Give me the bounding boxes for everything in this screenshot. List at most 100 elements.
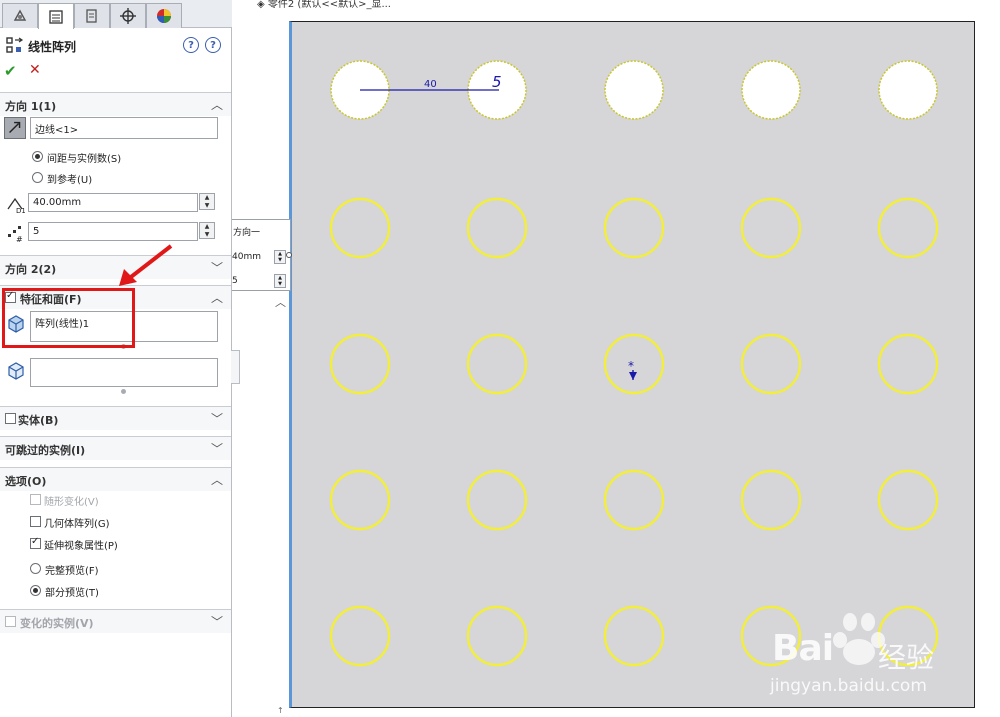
callout-spacing-value[interactable]: 40mm xyxy=(232,252,261,262)
skip-instances-label: 可跳过的实例(I) xyxy=(5,444,86,457)
varied-instances-label: 变化的实例(V) xyxy=(20,617,94,630)
skip-instances-section-header[interactable]: 可跳过的实例(I) ﹀ xyxy=(0,436,231,460)
watermark-url: jingyan.baidu.com xyxy=(770,676,927,696)
breadcrumb-text: 零件2 (默认<<默认>_显... xyxy=(267,0,391,10)
callout-anchor xyxy=(286,252,292,258)
panel-splitter-handle[interactable] xyxy=(231,350,240,384)
pattern-hole-preview[interactable] xyxy=(603,197,665,259)
bodies-checkbox[interactable] xyxy=(5,413,16,424)
pattern-hole-preview[interactable] xyxy=(740,333,802,395)
highlight-annotation-box xyxy=(2,288,135,348)
instance-count-stepper[interactable]: ▲ ▼ xyxy=(199,222,215,239)
radio-up-to-reference[interactable] xyxy=(32,172,43,183)
pattern-hole-preview[interactable] xyxy=(329,605,391,667)
bottom-marker: ↑ xyxy=(277,706,284,715)
propagate-visual-checkbox[interactable] xyxy=(30,536,41,549)
manager-tab-bar xyxy=(0,0,232,29)
pattern-hole-preview[interactable] xyxy=(329,333,391,395)
radio-up-to-reference-label: 到参考(U) xyxy=(47,175,93,186)
seed-hole[interactable] xyxy=(878,60,938,120)
pattern-hole-preview[interactable] xyxy=(466,605,528,667)
direction1-section-header[interactable]: 方向 1(1) ︿ xyxy=(0,92,231,116)
pattern-hole-preview[interactable] xyxy=(466,469,528,531)
tab-feature-manager[interactable] xyxy=(2,3,38,28)
watermark-sub: 经验 xyxy=(878,641,935,674)
geometry-pattern-label: 几何体阵列(G) xyxy=(44,519,110,530)
spacing-input[interactable]: 40.00mm xyxy=(28,193,198,212)
direction1-edge-field[interactable]: 边线<1> xyxy=(30,117,218,139)
ok-button[interactable]: ✔ xyxy=(4,62,17,80)
options-label: 选项(O) xyxy=(5,475,47,488)
callout-collapse-icon[interactable]: ︿ xyxy=(275,294,286,310)
breadcrumb[interactable]: ◈ 零件2 (默认<<默认>_显... xyxy=(257,0,391,10)
spacing-stepper[interactable]: ▲ ▼ xyxy=(199,193,215,210)
chevron-up-icon: ︿ xyxy=(210,473,223,487)
seed-hole[interactable] xyxy=(604,60,664,120)
cancel-button[interactable]: ✕ xyxy=(29,62,41,78)
spacing-dimension-icon: D1 xyxy=(5,195,26,215)
pattern-hole-preview[interactable] xyxy=(466,197,528,259)
solidworks-window: 线性阵列 ? ? ✔ ✕ 方向 1(1) ︿ 边线<1> 间距与实例数(S) 到… xyxy=(0,0,1000,717)
part-face-plate[interactable]: 40 5 * xyxy=(289,21,975,708)
chevron-down-icon: ﹀ xyxy=(210,412,223,426)
options-section-header[interactable]: 选项(O) ︿ xyxy=(0,467,231,491)
tab-dimxpert-manager[interactable] xyxy=(110,3,146,28)
hole-pattern-graphic: 40 5 * xyxy=(329,60,939,667)
watermark-brand: Bai xyxy=(772,628,834,669)
resize-handle[interactable] xyxy=(121,389,126,394)
chevron-up-icon: ︿ xyxy=(210,291,223,305)
dimension-count-label: 5 xyxy=(492,73,502,91)
bodies-section-header[interactable]: 实体(B) ﹀ xyxy=(0,406,231,430)
help-icon: ? xyxy=(188,39,194,51)
pattern-hole-preview[interactable] xyxy=(603,469,665,531)
tab-configuration-manager[interactable] xyxy=(74,3,110,28)
varied-instances-section-header[interactable]: 变化的实例(V) ﹀ xyxy=(0,609,231,633)
seed-hole[interactable] xyxy=(741,60,801,120)
pattern-hole-preview[interactable] xyxy=(877,333,939,395)
tab-display-manager[interactable] xyxy=(146,3,182,28)
appearance-pie-icon xyxy=(157,9,171,23)
question-icon: ? xyxy=(210,39,216,51)
geometry-pattern-checkbox[interactable] xyxy=(30,516,41,527)
pattern-hole-preview[interactable] xyxy=(877,469,939,531)
pattern-direction-button[interactable] xyxy=(4,117,26,139)
direction1-label: 方向 1(1) xyxy=(5,100,57,113)
property-manager-icon xyxy=(49,9,63,24)
callout-spacing-stepper[interactable]: ▲ ▼ xyxy=(274,250,286,264)
chevron-up-icon: ︿ xyxy=(210,98,223,112)
close-icon: ✕ xyxy=(29,62,41,78)
linear-pattern-icon xyxy=(5,36,25,56)
pattern-holes xyxy=(329,60,939,667)
direction2-label: 方向 2(2) xyxy=(5,263,57,276)
graphics-area[interactable]: ◈ 零件2 (默认<<默认>_显... 40 5 * ↑ xyxy=(232,0,1000,717)
faces-to-pattern-list[interactable] xyxy=(30,358,218,387)
vary-sketch-label: 随形变化(V) xyxy=(44,497,99,508)
pattern-hole-preview[interactable] xyxy=(603,605,665,667)
bodies-label: 实体(B) xyxy=(18,414,59,427)
tab-property-manager[interactable] xyxy=(38,3,74,29)
pattern-hole-preview[interactable] xyxy=(603,333,665,395)
pattern-hole-preview[interactable] xyxy=(740,197,802,259)
callout-count-stepper[interactable]: ▲ ▼ xyxy=(274,274,286,288)
dimension-spacing-label: 40 xyxy=(424,79,437,90)
direction-callout[interactable]: 方向一 40mm ▲ ▼ 5 ▲ ▼ xyxy=(232,219,291,291)
varied-instances-checkbox[interactable] xyxy=(5,616,16,627)
property-manager-panel: 线性阵列 ? ? ✔ ✕ 方向 1(1) ︿ 边线<1> 间距与实例数(S) 到… xyxy=(0,0,232,717)
pattern-hole-preview[interactable] xyxy=(329,197,391,259)
help-button[interactable]: ? xyxy=(183,37,199,53)
radio-spacing-instances[interactable] xyxy=(32,151,43,162)
vary-sketch-checkbox[interactable] xyxy=(30,494,41,505)
pattern-hole-preview[interactable] xyxy=(329,469,391,531)
radio-spacing-instances-label: 间距与实例数(S) xyxy=(47,154,122,165)
pattern-hole-preview[interactable] xyxy=(466,333,528,395)
propagate-visual-label: 延伸视象属性(P) xyxy=(44,541,118,552)
pattern-hole-preview[interactable] xyxy=(877,197,939,259)
info-button[interactable]: ? xyxy=(205,37,221,53)
pattern-hole-preview[interactable] xyxy=(740,469,802,531)
radio-full-preview[interactable] xyxy=(30,563,41,574)
callout-count-value[interactable]: 5 xyxy=(232,276,238,286)
configuration-icon xyxy=(86,9,97,23)
chevron-down-icon: ﹀ xyxy=(210,615,223,629)
radio-partial-preview[interactable] xyxy=(30,585,41,596)
instance-count-input[interactable]: 5 xyxy=(28,222,198,241)
